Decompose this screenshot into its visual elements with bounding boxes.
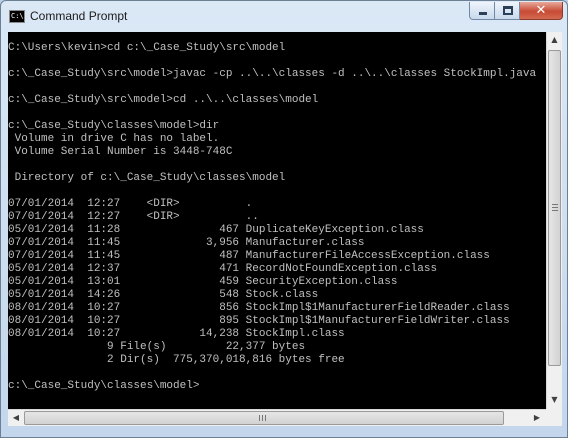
console-line: 05/01/2014 11:28 467 DuplicateKeyExcepti…	[8, 224, 424, 236]
console-line: c:\_Case_Study\src\model>javac -cp ..\..…	[8, 68, 537, 80]
caption-buttons: ✕	[469, 2, 563, 22]
close-icon: ✕	[535, 3, 547, 18]
console-line: 05/01/2014 12:37 471 RecordNotFoundExcep…	[8, 263, 438, 275]
grip-line	[552, 207, 558, 208]
grip-line	[259, 415, 260, 421]
scrollbar-corner	[546, 409, 562, 426]
command-prompt-window: C:\ Command Prompt ✕ C:\Users\kevin>cd c…	[0, 0, 568, 438]
console-line: 07/01/2014 12:27 <DIR> .	[8, 198, 253, 210]
scroll-up-arrow-icon[interactable]: ▲	[547, 32, 562, 48]
console-line: c:\_Case_Study\classes\model>	[8, 380, 200, 392]
console-line: 08/01/2014 10:27 895 StockImpl$1Manufact…	[8, 315, 510, 327]
console-line: 07/01/2014 11:45 3,956 Manufacturer.clas…	[8, 237, 365, 249]
console-line: 07/01/2014 12:27 <DIR> ..	[8, 211, 259, 223]
console-line: 05/01/2014 13:01 459 SecurityException.c…	[8, 276, 398, 288]
console-line: Volume in drive C has no label.	[8, 133, 220, 145]
horizontal-scrollbar[interactable]: ◀ ▶	[8, 409, 546, 426]
console-line: 08/01/2014 10:27 856 StockImpl$1Manufact…	[8, 302, 510, 314]
minimize-button[interactable]	[469, 2, 495, 20]
console-line: 07/01/2014 11:45 487 ManufacturerFileAcc…	[8, 250, 490, 262]
window-title: Command Prompt	[30, 9, 128, 23]
console-line: 2 Dir(s) 775,370,018,816 bytes free	[8, 354, 345, 366]
console-line: c:\_Case_Study\classes\model>dir	[8, 120, 220, 132]
horizontal-scroll-thumb[interactable]	[24, 411, 504, 425]
maximize-icon	[503, 6, 513, 15]
console-line: 9 File(s) 22,377 bytes	[8, 341, 306, 353]
console-line: c:\_Case_Study\src\model>cd ..\..\classe…	[8, 94, 319, 106]
scroll-right-arrow-icon[interactable]: ▶	[529, 410, 545, 426]
title-bar[interactable]: C:\ Command Prompt ✕	[1, 1, 567, 31]
close-button[interactable]: ✕	[520, 2, 563, 20]
vertical-scrollbar[interactable]: ▲ ▼	[546, 32, 562, 409]
grip-line	[552, 210, 558, 211]
scroll-left-arrow-icon[interactable]: ◀	[8, 410, 24, 426]
console-line: Volume Serial Number is 3448-748C	[8, 146, 233, 158]
cmd-icon[interactable]: C:\	[9, 10, 25, 23]
console-line: 08/01/2014 10:27 14,238 StockImpl.class	[8, 328, 345, 340]
scroll-down-arrow-icon[interactable]: ▼	[547, 392, 562, 408]
console-line: 05/01/2014 14:26 548 Stock.class	[8, 289, 319, 301]
console-text: C:\Users\kevin>cd c:\_Case_Study\src\mod…	[8, 32, 546, 393]
vertical-scroll-thumb[interactable]	[548, 50, 561, 366]
console-output[interactable]: C:\Users\kevin>cd c:\_Case_Study\src\mod…	[8, 32, 546, 409]
console-line: C:\Users\kevin>cd c:\_Case_Study\src\mod…	[8, 42, 286, 54]
console-line: Directory of c:\_Case_Study\classes\mode…	[8, 172, 286, 184]
minimize-icon	[479, 12, 487, 15]
grip-line	[265, 415, 266, 421]
grip-line	[552, 204, 558, 205]
maximize-button[interactable]	[495, 2, 520, 20]
grip-line	[262, 415, 263, 421]
